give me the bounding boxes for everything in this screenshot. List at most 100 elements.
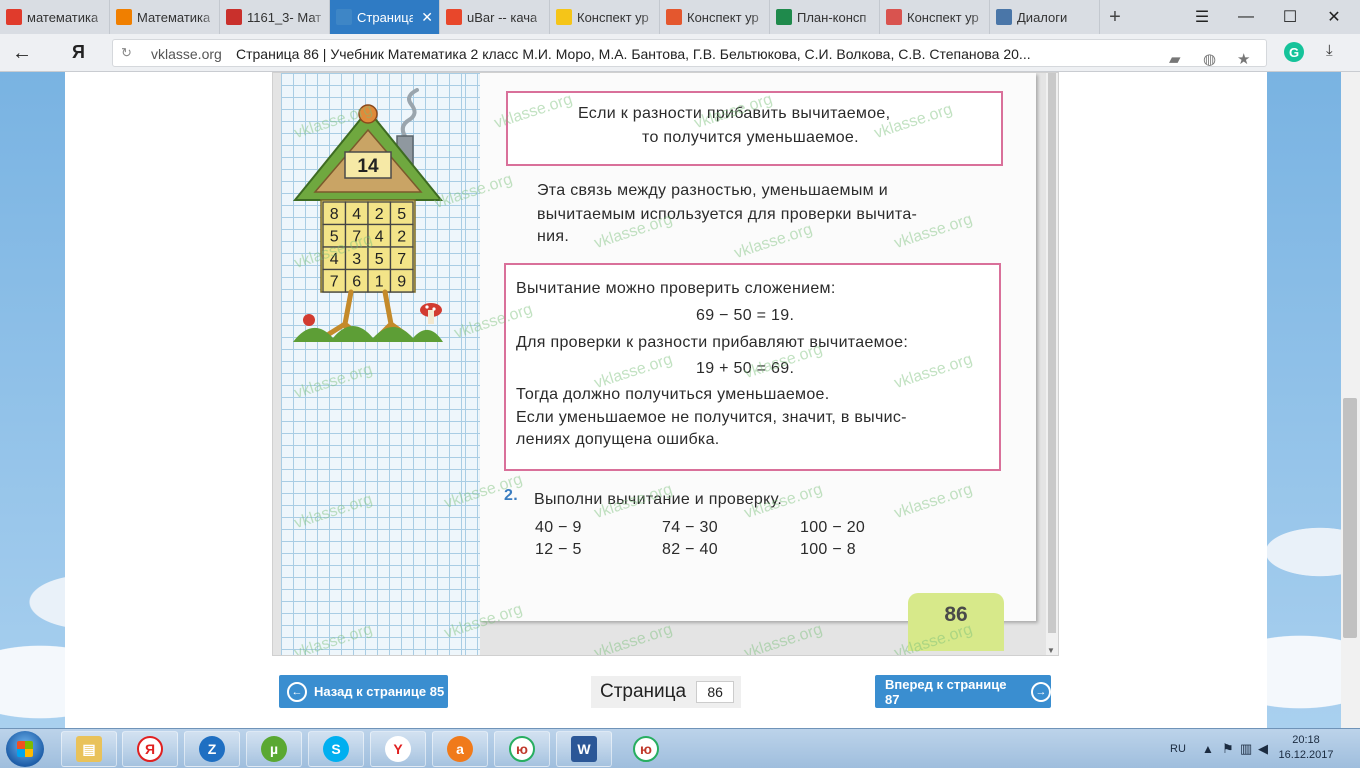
- clock-date: 16.12.2017: [1278, 749, 1334, 761]
- task-number: 2.: [504, 487, 518, 504]
- house-grid-digit: 7: [397, 251, 406, 268]
- tab-5[interactable]: uBar -- кача: [440, 0, 550, 34]
- viewer-scrollbar[interactable]: ▼: [1046, 73, 1058, 655]
- tab-label: Страница: [357, 9, 414, 25]
- address-bar[interactable]: ↻ vklasse.org Страница 86 | Учебник Мате…: [112, 39, 1267, 68]
- tab-4[interactable]: Страница ✕: [330, 0, 440, 34]
- volume-icon[interactable]: ◀: [1258, 729, 1268, 768]
- start-button[interactable]: [6, 731, 44, 767]
- downloads-icon[interactable]: ⤓: [1326, 42, 1333, 59]
- house-grid-digit: 4: [330, 251, 339, 268]
- taskbar-app-yu-2[interactable]: ю: [618, 731, 674, 767]
- tab-label: Конспект ур: [907, 9, 979, 25]
- exercise-4: 82 − 40: [662, 541, 718, 558]
- taskbar-word[interactable]: W: [556, 731, 612, 767]
- reload-icon[interactable]: ↻: [121, 45, 132, 61]
- page-number-input[interactable]: 86: [696, 681, 735, 703]
- yandex-icon: [6, 9, 22, 25]
- tab-label: План-консп: [797, 9, 867, 25]
- prev-page-button[interactable]: ← Назад к странице 85: [279, 675, 448, 708]
- taskbar-app-z[interactable]: Z: [184, 731, 240, 767]
- minimize-icon[interactable]: —: [1224, 0, 1268, 34]
- close-tab-icon[interactable]: ✕: [421, 9, 433, 26]
- close-window-icon[interactable]: ✕: [1312, 0, 1356, 34]
- tray-expand-icon[interactable]: ▲: [1202, 729, 1214, 768]
- tab-fade: [311, 0, 329, 34]
- tab-6[interactable]: Конспект ур: [550, 0, 660, 34]
- url-page-title: Страница 86 | Учебник Математика 2 класс…: [236, 46, 1031, 62]
- video-icon: [666, 9, 682, 25]
- taskbar-explorer[interactable]: ▤: [61, 731, 117, 767]
- house-number-grid: 8 4 2 55 7 4 24 3 5 77 6 1 9: [322, 201, 414, 293]
- arrow-left-circle-icon: ←: [287, 681, 307, 702]
- tab-7[interactable]: Конспект ур: [660, 0, 770, 34]
- next-page-label: Вперед к странице 87: [885, 676, 1007, 707]
- house-on-chicken-legs-illustration: 14 8 4 2 55 7 4 24 3 5 77 6 1 9: [293, 88, 443, 342]
- house-grid-digit: 2: [397, 229, 406, 246]
- action-center-icon[interactable]: ⚑: [1222, 729, 1234, 768]
- language-indicator[interactable]: RU: [1170, 729, 1186, 768]
- rule2-equation2: 19 + 50 = 69.: [696, 360, 795, 377]
- page-selector-label: Страница: [600, 681, 687, 702]
- exercise-5: 100 − 20: [800, 519, 866, 536]
- taskbar-avast[interactable]: a: [432, 731, 488, 767]
- task-text: Выполни вычитание и проверку.: [534, 491, 783, 508]
- house-grid-digit: 9: [397, 274, 406, 291]
- taskbar-skype[interactable]: S: [308, 731, 364, 767]
- taskbar-yandex-browser[interactable]: Я: [122, 731, 178, 767]
- pdf-icon: [226, 9, 242, 25]
- next-page-button[interactable]: Вперед к странице 87 →: [875, 675, 1051, 708]
- rule2-line2: Для проверки к разности прибавляют вычит…: [516, 334, 909, 351]
- taskbar-yandex[interactable]: Y: [370, 731, 426, 767]
- tab-fade: [1081, 0, 1099, 34]
- tab-label: математика: [27, 9, 99, 25]
- z-app-icon: Z: [199, 736, 225, 762]
- scroll-down-arrow-icon[interactable]: ▼: [1047, 646, 1055, 655]
- paragraph-line2: вычитаемым используется для проверки выч…: [537, 206, 918, 223]
- tab-10[interactable]: Диалоги: [990, 0, 1100, 34]
- house-grid-digit: 1: [375, 274, 384, 291]
- books-icon: [886, 9, 902, 25]
- yandex-logo-icon[interactable]: Я: [72, 42, 85, 63]
- menu-icon[interactable]: ☰: [1180, 0, 1224, 34]
- viewer-scrollbar-thumb[interactable]: [1048, 73, 1056, 633]
- tab-strip: математика Математика 1161_3- Мат Страница ✕…: [0, 0, 1100, 34]
- page-scrollbar-thumb[interactable]: [1343, 398, 1357, 638]
- network-icon[interactable]: ▥: [1240, 729, 1252, 768]
- reader-mode-icon[interactable]: ▰: [1169, 50, 1181, 68]
- taskbar-utorrent[interactable]: µ: [246, 731, 302, 767]
- prev-page-label: Назад к странице 85: [314, 684, 445, 699]
- exercise-3: 74 − 30: [662, 519, 718, 536]
- new-tab-button[interactable]: +: [1100, 0, 1130, 34]
- yandex-browser-icon: Я: [137, 736, 163, 762]
- tab-fade: [641, 0, 659, 34]
- tab-3[interactable]: 1161_3- Мат: [220, 0, 330, 34]
- back-arrow-icon[interactable]: ←: [10, 42, 34, 64]
- maximize-icon[interactable]: ☐: [1268, 0, 1312, 34]
- paragraph-line1: Эта связь между разностью, уменьшаемым и: [537, 182, 888, 199]
- house-grid-digit: 5: [397, 206, 406, 223]
- bookmark-star-icon[interactable]: ★: [1237, 50, 1250, 68]
- ab-icon: [116, 9, 132, 25]
- tab-fade: [531, 0, 549, 34]
- grammarly-icon[interactable]: G: [1284, 42, 1304, 62]
- folder-icon: ▤: [76, 736, 102, 762]
- tab-fade: [201, 0, 219, 34]
- yu-app-2-icon: ю: [633, 736, 659, 762]
- tab-8[interactable]: План-консп: [770, 0, 880, 34]
- rule1-line2: то получится уменьшаемое.: [642, 129, 859, 146]
- watermark-text: vklasse.org: [592, 620, 675, 656]
- protect-icon[interactable]: ◍: [1203, 50, 1216, 68]
- exercise-2: 12 − 5: [535, 541, 582, 558]
- avast-icon: a: [447, 736, 473, 762]
- grid-paper-strip: [465, 73, 480, 655]
- tab-2[interactable]: Математика: [110, 0, 220, 34]
- check-icon: [776, 9, 792, 25]
- rule2-line4: Если уменьшаемое не получится, значит, в…: [516, 409, 907, 426]
- taskbar-app-yu-1[interactable]: ю: [494, 731, 550, 767]
- exercise-6: 100 − 8: [800, 541, 856, 558]
- taskbar-clock[interactable]: 20:18 16.12.2017: [1276, 733, 1336, 763]
- tab-9[interactable]: Конспект ур: [880, 0, 990, 34]
- tab-label: Диалоги: [1017, 9, 1068, 25]
- tab-1[interactable]: математика: [0, 0, 110, 34]
